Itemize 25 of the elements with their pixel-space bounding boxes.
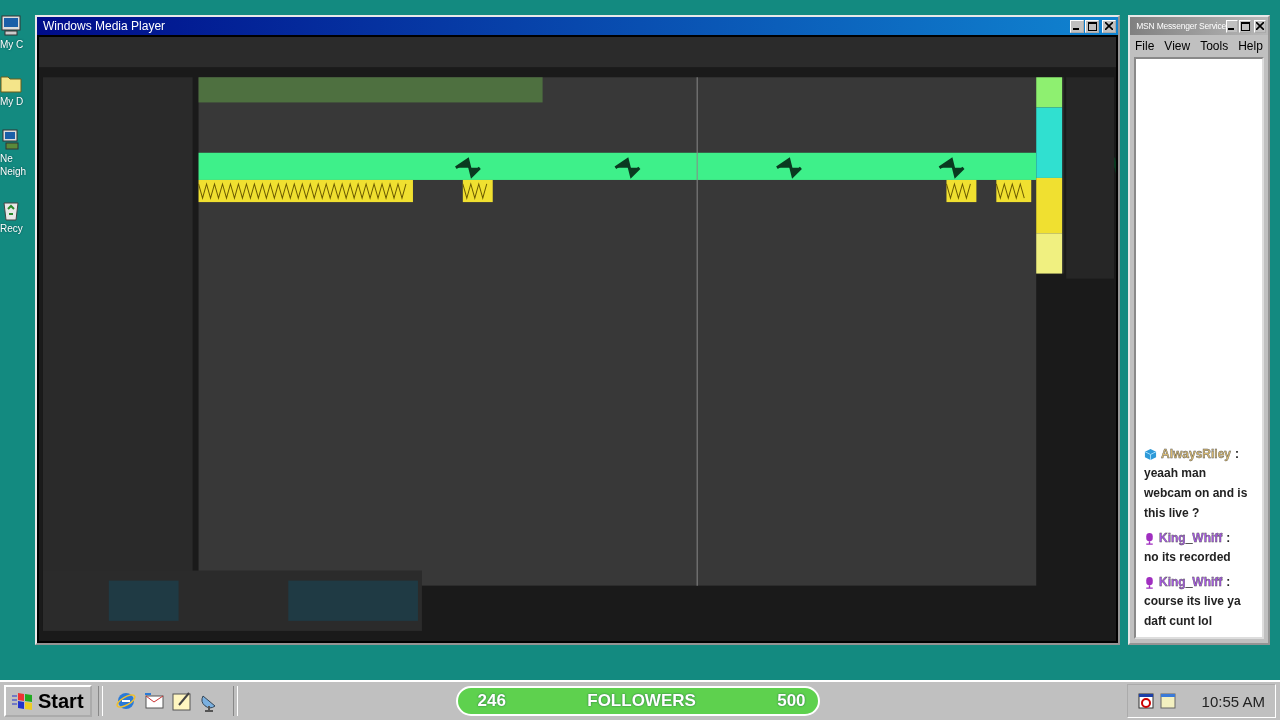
start-button[interactable]: Start [4, 685, 92, 717]
chat-username: AlwaysRiley [1161, 447, 1232, 461]
chat-message: no its recorded [1144, 549, 1232, 566]
follower-count: 246 [477, 691, 506, 711]
chat-message: yeaah man webcam on and is this live ? [1144, 465, 1249, 522]
desktop-icon-label[interactable]: Recy [0, 223, 23, 234]
menu-item[interactable]: View [1164, 39, 1191, 53]
menu-item[interactable]: Help [1238, 39, 1263, 53]
chat-username: King_Whiff [1159, 531, 1223, 545]
chat-message: course its live ya daft cunt lol [1144, 593, 1242, 630]
chat-username: King_Whiff [1159, 575, 1223, 589]
colon-separator: : [1226, 531, 1231, 545]
desktop-icon-label[interactable]: Ne [0, 153, 13, 164]
menu-item[interactable]: File [1135, 39, 1155, 53]
colon-separator: : [1235, 447, 1240, 461]
desktop-icon-label[interactable]: My C [0, 39, 24, 50]
clock: 10:55 AM [1201, 692, 1265, 710]
window-title: Windows Media Player [42, 19, 167, 33]
window-title: MSN Messenger Service [1135, 21, 1226, 31]
menu-item[interactable]: Tools [1200, 39, 1229, 53]
desktop-icon-label[interactable]: Neigh [0, 166, 27, 177]
colon-separator: : [1226, 575, 1231, 589]
follower-goal: 500 [777, 691, 806, 711]
followers-label: FOLLOWERS [587, 691, 696, 711]
desktop-icon-label[interactable]: My D [0, 96, 24, 107]
